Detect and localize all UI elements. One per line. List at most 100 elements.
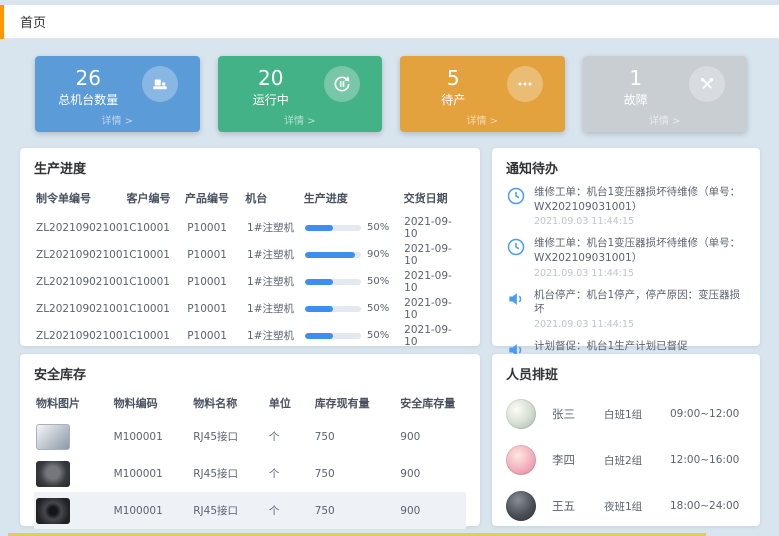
tab-home[interactable]: 首页 <box>20 12 46 31</box>
table-row: M100001 RJ45接口 个 750 900 <box>34 418 466 455</box>
top-bar: 首页 <box>0 5 779 39</box>
notification-item[interactable]: 维修工单：机台1变压器损坏待维修（单号：WX202109031001） 2021… <box>506 236 746 278</box>
card-value: 26 <box>35 67 142 89</box>
column-header: 物料名称 <box>193 395 269 411</box>
order-no: ZL202109021001 <box>36 249 129 261</box>
progress-bar: 50% <box>305 330 404 341</box>
delivery-date: 2021-09-10 <box>404 324 464 348</box>
material-image <box>36 498 70 524</box>
speaker-icon <box>506 289 526 309</box>
order-no: ZL202109021001 <box>36 303 129 315</box>
notification-item[interactable]: 机台停产：机台1停产，停产原因：变压器损坏 2021.09.03 11:44:1… <box>506 288 746 330</box>
staff-shift: 白班1组 <box>604 407 670 422</box>
material-unit: 个 <box>269 503 315 518</box>
safety-qty: 900 <box>400 468 464 480</box>
stat-card-fault[interactable]: 1 故障 详情 > <box>583 56 748 132</box>
notification-text: 维修工单：机台1变压器损坏待维修（单号：WX202109031001） <box>534 185 746 214</box>
notification-text: 维修工单：机台1变压器损坏待维修（单号：WX202109031001） <box>534 236 746 265</box>
machine-icon <box>142 66 178 102</box>
table-row: ZL202109021001 C10001 P10001 1#注塑机 90% 2… <box>34 241 466 268</box>
staff-shift: 白班2组 <box>604 453 670 468</box>
delivery-date: 2021-09-10 <box>404 216 464 240</box>
card-detail-link[interactable]: 详情 > <box>35 112 200 132</box>
avatar <box>506 445 536 475</box>
machine: 1#注塑机 <box>247 220 305 235</box>
panel-title: 通知待办 <box>506 158 746 177</box>
card-label: 故障 <box>583 91 690 108</box>
notification-text: 机台停产：机台1停产，停产原因：变压器损坏 <box>534 288 746 317</box>
material-code: M100001 <box>114 468 194 480</box>
machine: 1#注塑机 <box>247 247 305 262</box>
staff-name: 张三 <box>552 406 604 422</box>
stat-card-running[interactable]: 20 运行中 详情 > <box>218 56 383 132</box>
staff-time: 09:00~12:00 <box>670 408 739 420</box>
panel-safety-stock: 安全库存 物料图片 物料编码 物料名称 单位 库存现有量 安全库存量 M1000… <box>20 354 480 526</box>
column-header: 物料图片 <box>36 395 114 411</box>
staff-time: 18:00~24:00 <box>670 500 739 512</box>
panel-notifications: 通知待办 维修工单：机台1变压器损坏待维修（单号：WX202109031001）… <box>492 148 760 346</box>
staff-row: 李四 白班2组 12:00~16:00 <box>506 437 746 483</box>
card-detail-link[interactable]: 详情 > <box>583 112 748 132</box>
panel-title: 安全库存 <box>34 364 466 383</box>
product-no: P10001 <box>187 330 247 342</box>
progress-label: 50% <box>367 330 389 341</box>
material-image <box>36 461 70 487</box>
customer-no: C10001 <box>129 330 187 342</box>
material-name: RJ45接口 <box>193 503 269 518</box>
panel-staff-schedule: 人员排班 张三 白班1组 09:00~12:00 李四 白班2组 12:00~1… <box>492 354 760 526</box>
stat-card-pending[interactable]: 5 待产 详情 > <box>400 56 565 132</box>
table-row: M100001 RJ45接口 个 750 900 <box>34 492 466 529</box>
machine: 1#注塑机 <box>247 328 305 343</box>
column-header: 客户编号 <box>127 190 185 206</box>
material-code: M100001 <box>114 505 194 517</box>
material-unit: 个 <box>269 466 315 481</box>
product-no: P10001 <box>187 249 247 261</box>
delivery-date: 2021-09-10 <box>404 243 464 267</box>
product-no: P10001 <box>187 222 247 234</box>
notification-item[interactable]: 维修工单：机台1变压器损坏待维修（单号：WX202109031001） 2021… <box>506 185 746 227</box>
column-header: 产品编号 <box>185 190 245 206</box>
left-accent-bar <box>0 5 4 39</box>
delivery-date: 2021-09-10 <box>404 270 464 294</box>
stat-cards-row: 26 总机台数量 详情 > 20 运行中 详情 > 5 待产 <box>35 56 747 132</box>
card-label: 总机台数量 <box>35 91 142 108</box>
material-name: RJ45接口 <box>193 429 269 444</box>
table-row: ZL202109021001 C10001 P10001 1#注塑机 50% 2… <box>34 214 466 241</box>
progress-label: 50% <box>367 303 389 314</box>
customer-no: C10001 <box>129 276 187 288</box>
stock-qty: 750 <box>315 468 401 480</box>
column-header: 生产进度 <box>304 190 404 206</box>
order-no: ZL202109021001 <box>36 276 129 288</box>
progress-label: 50% <box>367 222 389 233</box>
staff-name: 王五 <box>552 498 604 514</box>
panel-title: 生产进度 <box>34 158 466 177</box>
stock-qty: 750 <box>315 505 401 517</box>
progress-bar: 50% <box>305 222 404 233</box>
card-detail-link[interactable]: 详情 > <box>218 112 383 132</box>
staff-row: 王五 夜班1组 18:00~24:00 <box>506 483 746 529</box>
customer-no: C10001 <box>129 303 187 315</box>
stat-card-total-machines[interactable]: 26 总机台数量 详情 > <box>35 56 200 132</box>
progress-fill <box>305 252 355 258</box>
card-detail-link[interactable]: 详情 > <box>400 112 565 132</box>
table-header: 物料图片 物料编码 物料名称 单位 库存现有量 安全库存量 <box>34 391 466 418</box>
safety-qty: 900 <box>400 505 464 517</box>
progress-fill <box>305 306 333 312</box>
column-header: 制令单编号 <box>36 190 127 206</box>
ellipsis-icon <box>507 66 543 102</box>
notification-time: 2021.09.03 11:44:15 <box>534 216 746 227</box>
delivery-date: 2021-09-10 <box>404 297 464 321</box>
staff-row: 张三 白班1组 09:00~12:00 <box>506 391 746 437</box>
panel-production-progress: 生产进度 制令单编号 客户编号 产品编号 机台 生产进度 交货日期 ZL2021… <box>20 148 480 346</box>
material-code: M100001 <box>114 431 194 443</box>
table-header: 制令单编号 客户编号 产品编号 机台 生产进度 交货日期 <box>34 185 466 214</box>
running-icon <box>324 66 360 102</box>
progress-bar: 50% <box>305 276 404 287</box>
order-no: ZL202109021001 <box>36 222 129 234</box>
machine: 1#注塑机 <box>247 301 305 316</box>
progress-fill <box>305 225 333 231</box>
card-value: 1 <box>583 67 690 89</box>
table-row: M100001 RJ45接口 个 750 900 <box>34 455 466 492</box>
column-header: 物料编码 <box>114 395 194 411</box>
material-image <box>36 424 70 450</box>
